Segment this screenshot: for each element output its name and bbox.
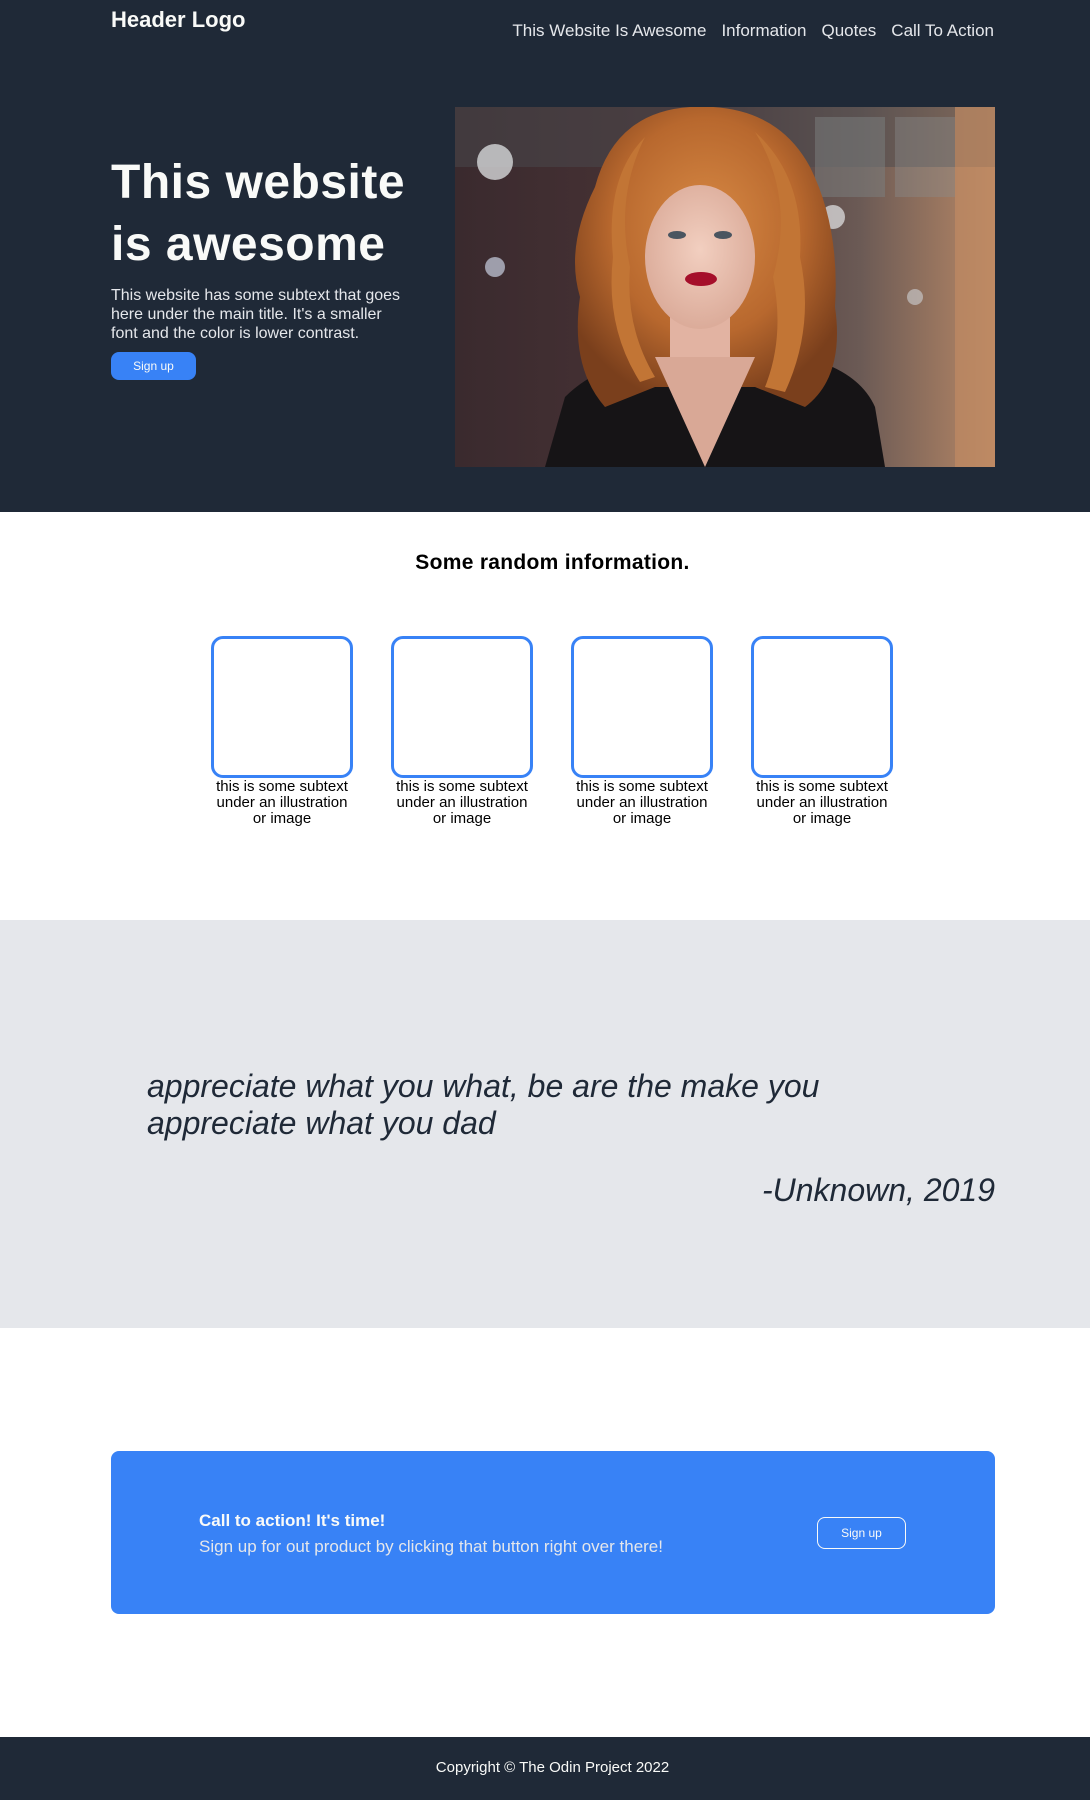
info-card: this is some subtext under an illustrati…: [211, 636, 353, 827]
hero-signup-button[interactable]: Sign up: [111, 352, 196, 380]
nav-link-information[interactable]: Information: [721, 21, 806, 41]
info-card: this is some subtext under an illustrati…: [571, 636, 713, 827]
hero-subtext: This website has some subtext that goes …: [111, 287, 401, 342]
footer-copyright: Copyright © The Odin Project 2022: [435, 1759, 670, 1776]
illustration-placeholder: [211, 636, 353, 778]
quote-section: appreciate what you what, be are the mak…: [0, 920, 1090, 1328]
hero-text-block: This website is awesome This website has…: [111, 152, 411, 380]
header-logo[interactable]: Header Logo: [111, 7, 245, 33]
footer: Copyright © The Odin Project 2022: [0, 1737, 1090, 1800]
illustration-placeholder: [571, 636, 713, 778]
card-subtext: this is some subtext under an illustrati…: [396, 778, 528, 827]
nav-link-awesome[interactable]: This Website Is Awesome: [512, 21, 706, 41]
info-card: this is some subtext under an illustrati…: [751, 636, 893, 827]
info-cards: this is some subtext under an illustrati…: [211, 636, 893, 827]
illustration-placeholder: [391, 636, 533, 778]
quote-author: -Unknown, 2019: [761, 1172, 995, 1208]
info-card: this is some subtext under an illustrati…: [391, 636, 533, 827]
quote-text: appreciate what you what, be are the mak…: [147, 1068, 820, 1141]
cta-signup-button[interactable]: Sign up: [817, 1517, 906, 1549]
hero-title: This website is awesome: [111, 156, 406, 271]
illustration-placeholder: [751, 636, 893, 778]
cta-subtext: Sign up for out product by clicking that…: [199, 1537, 663, 1556]
card-subtext: this is some subtext under an illustrati…: [216, 778, 348, 827]
hero-section: Header Logo This Website Is Awesome Info…: [0, 0, 1090, 512]
hero-portrait-image: [455, 107, 995, 467]
card-subtext: this is some subtext under an illustrati…: [576, 778, 708, 827]
nav-link-quotes[interactable]: Quotes: [821, 21, 876, 41]
main-nav: This Website Is Awesome Information Quot…: [512, 21, 994, 41]
call-to-action-box: Call to action! It's time! Sign up for o…: [111, 1451, 995, 1614]
cta-title: Call to action! It's time!: [199, 1511, 386, 1530]
card-subtext: this is some subtext under an illustrati…: [756, 778, 888, 827]
info-section-title: Some random information.: [415, 551, 690, 574]
nav-link-call-to-action[interactable]: Call To Action: [891, 21, 994, 41]
